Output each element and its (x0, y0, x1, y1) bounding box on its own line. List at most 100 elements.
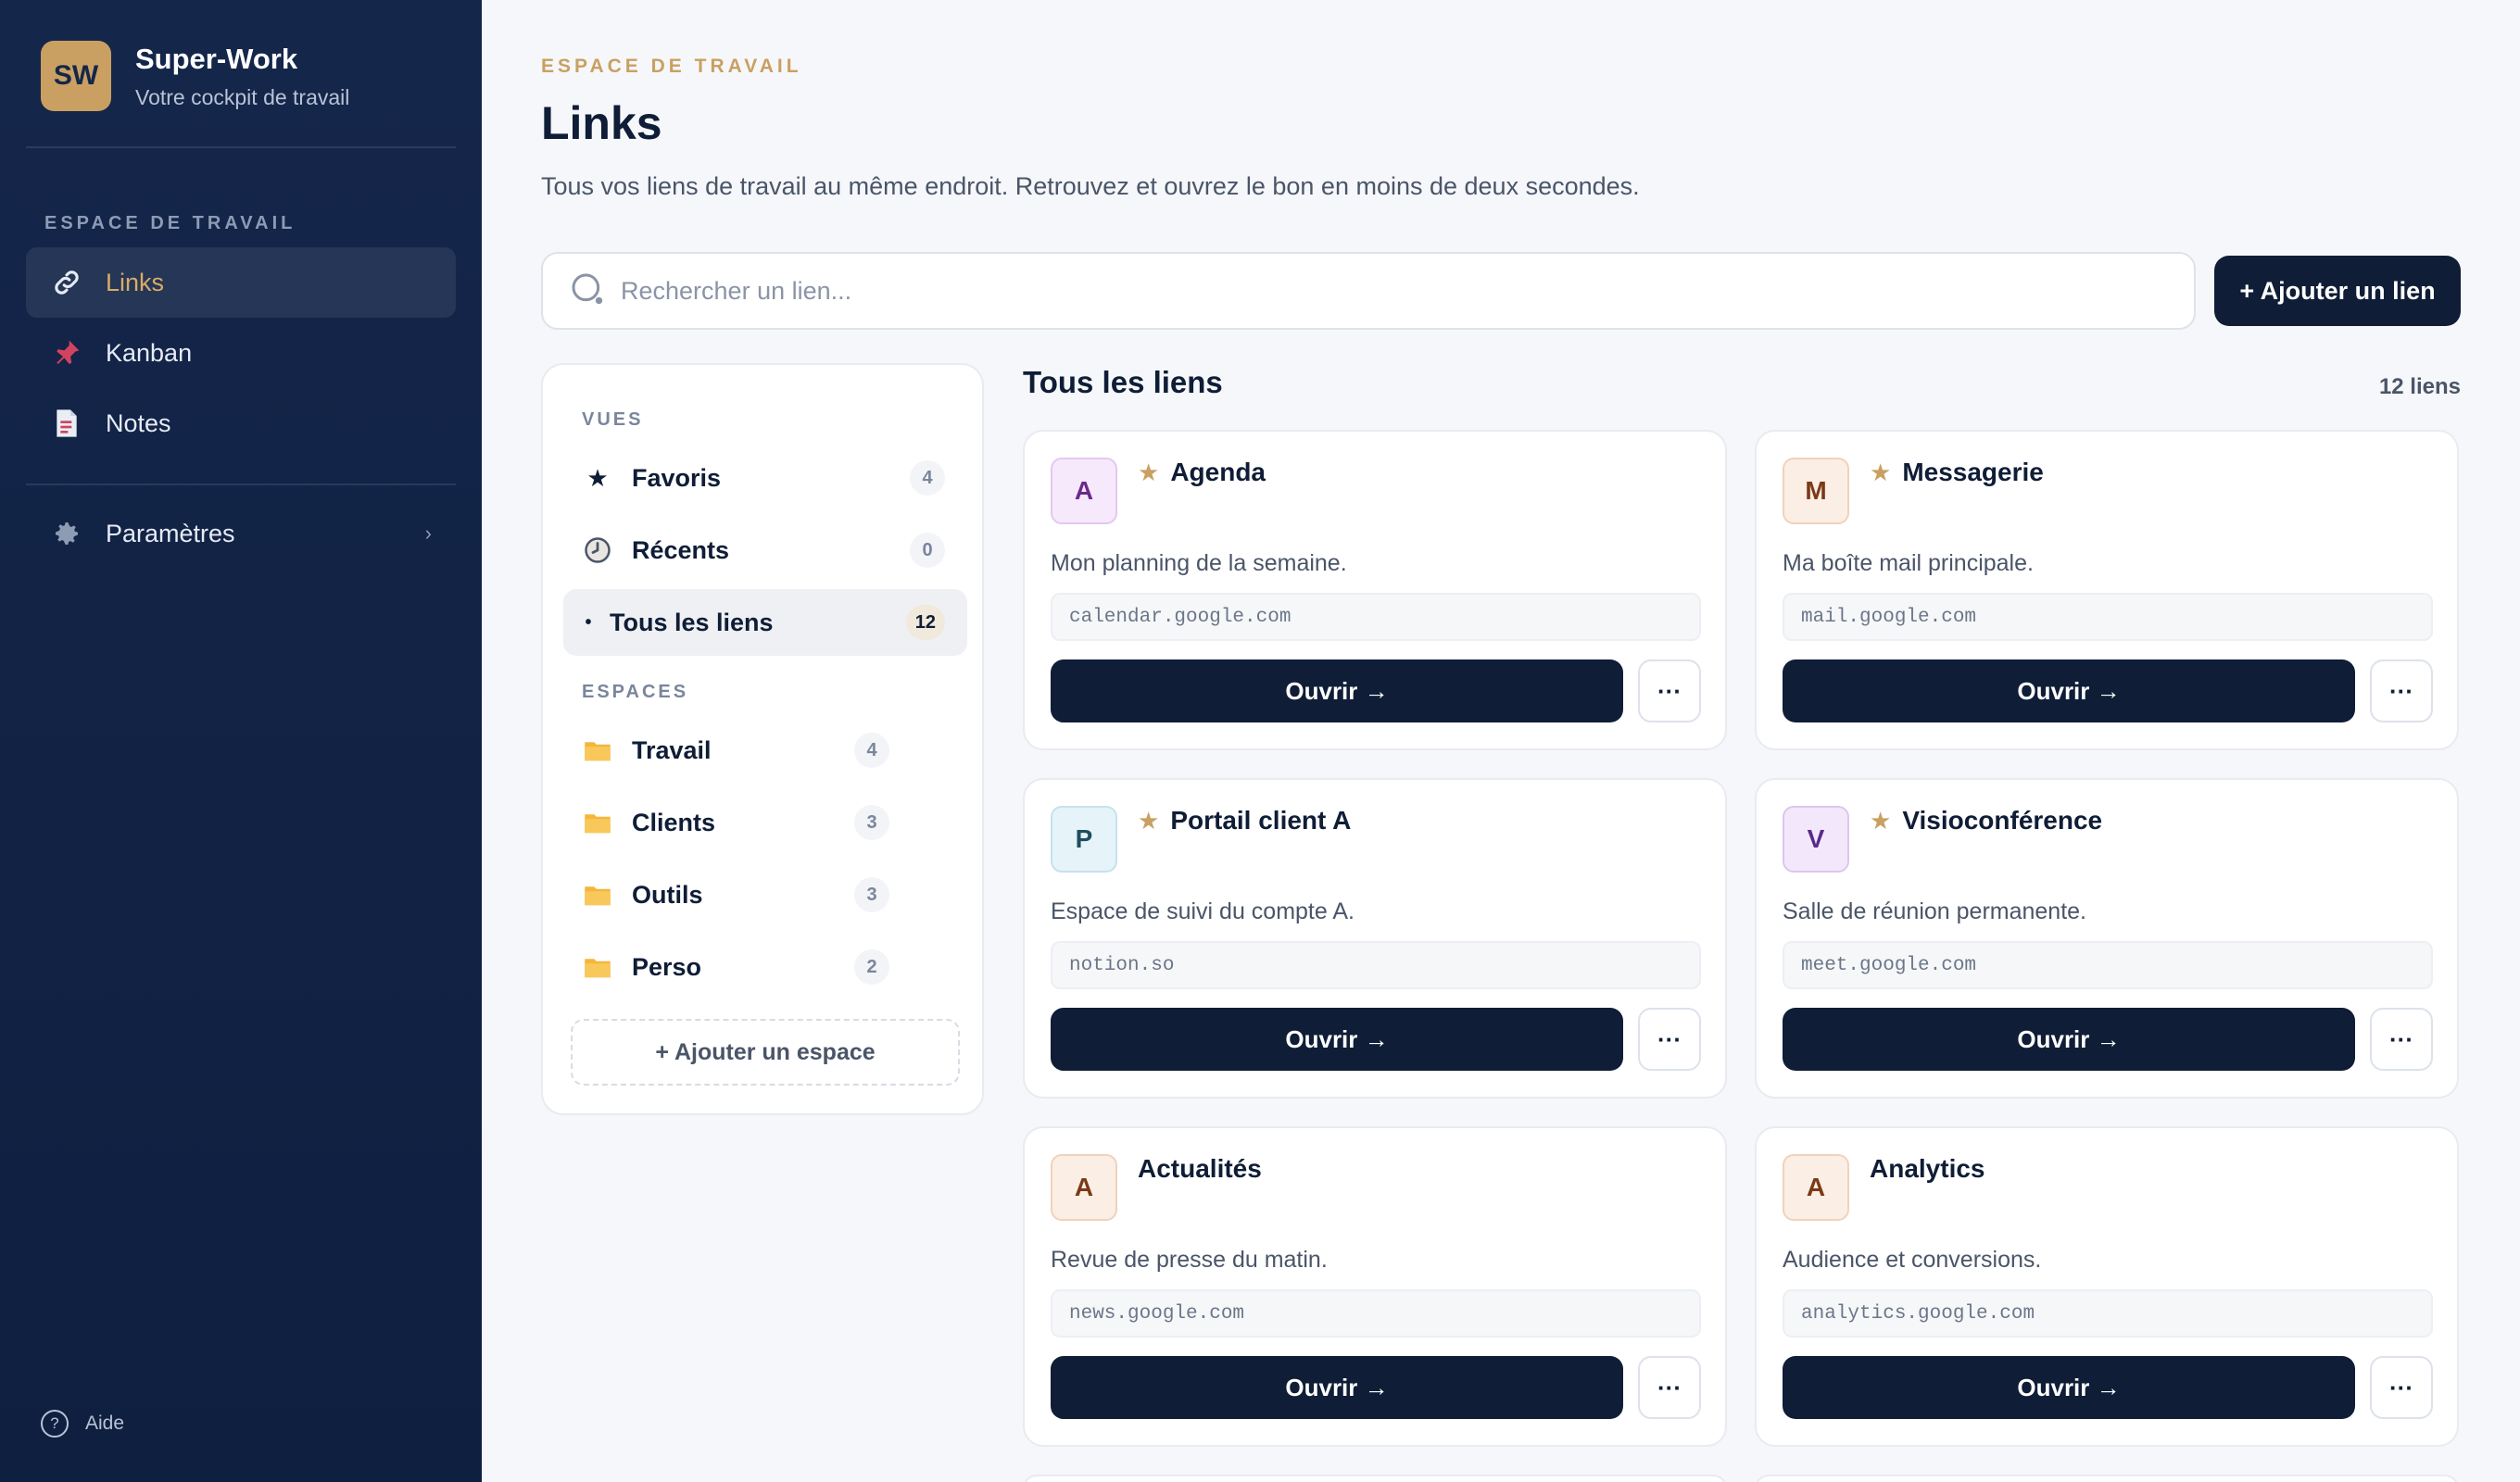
filter-all-links[interactable]: • Tous les liens 12 (563, 589, 967, 656)
page-title: Links (541, 97, 662, 149)
more-options-button[interactable]: ··· (2370, 1008, 2433, 1071)
link-card-partial[interactable] (1023, 1475, 1727, 1482)
add-link-button[interactable]: + Ajouter un lien (2214, 256, 2461, 326)
link-description: Revue de presse du matin. (1051, 1247, 1328, 1273)
link-title-text: Actualités (1138, 1154, 1262, 1183)
sidebar-item-settings[interactable]: Paramètres › (26, 498, 456, 569)
filter-label: Favoris (632, 463, 722, 492)
brand[interactable]: SW Super-Work Votre cockpit de travail (41, 41, 349, 111)
help-link[interactable]: ? Aide (41, 1410, 124, 1438)
link-title[interactable]: Analytics (1870, 1154, 1985, 1184)
open-link-button[interactable]: Ouvrir → (1783, 1356, 2355, 1419)
link-title-text: Visioconférence (1902, 806, 2103, 835)
folder-icon (582, 883, 613, 907)
sidebar-item-label: Notes (106, 408, 171, 437)
more-options-button[interactable]: ··· (2370, 1356, 2433, 1419)
space-perso[interactable]: Perso 2 (563, 934, 967, 1000)
link-card[interactable]: A Actualités Revue de presse du matin. news… (1023, 1126, 1727, 1447)
link-title-text: Portail client A (1170, 806, 1352, 835)
filter-label: Récents (632, 535, 730, 564)
favorite-star-icon[interactable]: ★ (1138, 458, 1159, 487)
brand-subtitle: Votre cockpit de travail (135, 84, 350, 109)
search-bar[interactable] (541, 252, 2196, 330)
link-title[interactable]: ★ Visioconférence (1870, 806, 2102, 835)
filter-recents[interactable]: Récents 0 (563, 517, 967, 584)
help-label: Aide (85, 1413, 125, 1434)
space-count: 2 (854, 949, 889, 985)
favorite-star-icon[interactable]: ★ (1870, 807, 1891, 835)
more-options-button[interactable]: ··· (2370, 659, 2433, 722)
link-title-text: Messagerie (1902, 458, 2044, 486)
more-options-button[interactable]: ··· (1638, 1356, 1701, 1419)
brand-name: Super-Work (135, 42, 298, 75)
page-eyebrow: ESPACE DE TRAVAIL (541, 56, 802, 77)
search-input[interactable] (621, 276, 2103, 306)
chevron-right-icon: › (424, 521, 432, 545)
more-options-button[interactable]: ··· (1638, 659, 1701, 722)
open-link-button[interactable]: Ouvrir → (1051, 1008, 1623, 1071)
page-description: Tous vos liens de travail au même endroi… (541, 172, 1640, 200)
views-section-title: VUES (582, 409, 644, 430)
link-card[interactable]: A Analytics Audience et conversions. analyt… (1755, 1126, 2459, 1447)
link-title-text: Agenda (1170, 458, 1266, 486)
sidebar-item-label: Kanban (106, 338, 193, 367)
more-options-button[interactable]: ··· (1638, 1008, 1701, 1071)
note-icon (50, 407, 83, 440)
add-space-button[interactable]: + Ajouter un espace (571, 1019, 960, 1086)
open-link-button[interactable]: Ouvrir → (1051, 1356, 1623, 1419)
space-travail[interactable]: Travail 4 (563, 717, 967, 784)
link-description: Mon planning de la semaine. (1051, 550, 1347, 576)
link-title[interactable]: ★ Portail client A (1138, 806, 1351, 835)
sidebar-item-notes[interactable]: Notes (26, 388, 456, 458)
spaces-section-title: ESPACES (582, 682, 689, 702)
link-url: analytics.google.com (1783, 1289, 2433, 1338)
list-count: 12 liens (2378, 374, 2461, 399)
link-avatar: A (1051, 1154, 1117, 1221)
link-card-partial[interactable] (1755, 1475, 2459, 1482)
space-outils[interactable]: Outils 3 (563, 861, 967, 928)
link-icon (50, 266, 83, 299)
folder-icon (582, 810, 613, 835)
link-avatar: V (1783, 806, 1849, 873)
sidebar-item-kanban[interactable]: Kanban (26, 318, 456, 388)
sidebar-item-label: Paramètres (106, 519, 235, 547)
link-url: notion.so (1051, 941, 1701, 989)
link-description: Ma boîte mail principale. (1783, 550, 2034, 576)
link-avatar: P (1051, 806, 1117, 873)
help-icon: ? (41, 1410, 69, 1438)
link-description: Audience et conversions. (1783, 1247, 2042, 1273)
link-card[interactable]: V ★ Visioconférence Salle de réunion perman… (1755, 778, 2459, 1099)
open-link-button[interactable]: Ouvrir → (1051, 659, 1623, 722)
link-card[interactable]: P ★ Portail client A Espace de suivi du com… (1023, 778, 1727, 1099)
divider (26, 146, 456, 148)
link-title[interactable]: ★ Agenda (1138, 458, 1266, 487)
link-url: meet.google.com (1783, 941, 2433, 989)
search-icon (569, 270, 606, 312)
space-count: 4 (854, 733, 889, 768)
folder-icon (582, 955, 613, 979)
link-title[interactable]: Actualités (1138, 1154, 1262, 1184)
favorite-star-icon[interactable]: ★ (1138, 807, 1159, 835)
sidebar: SW Super-Work Votre cockpit de travail E… (0, 0, 482, 1482)
link-title[interactable]: ★ Messagerie (1870, 458, 2044, 487)
list-title: Tous les liens (1023, 365, 1223, 399)
open-link-button[interactable]: Ouvrir → (1783, 1008, 2355, 1071)
filter-panel: VUES ★ Favoris 4 Récents 0 • Tous les li… (541, 363, 984, 1115)
star-icon: ★ (586, 463, 609, 492)
sidebar-item-links[interactable]: Links (26, 247, 456, 318)
filter-label: Tous les liens (610, 608, 774, 636)
link-url: mail.google.com (1783, 593, 2433, 641)
filter-favorites[interactable]: ★ Favoris 4 (563, 445, 967, 511)
space-clients[interactable]: Clients 3 (563, 789, 967, 856)
link-card[interactable]: M ★ Messagerie Ma boîte mail principale. mai… (1755, 430, 2459, 750)
open-link-button[interactable]: Ouvrir → (1783, 659, 2355, 722)
link-url: calendar.google.com (1051, 593, 1701, 641)
link-url: news.google.com (1051, 1289, 1701, 1338)
brand-logo: SW (41, 41, 111, 111)
space-count: 3 (854, 877, 889, 912)
link-card[interactable]: A ★ Agenda Mon planning de la semaine. calen… (1023, 430, 1727, 750)
filter-count: 12 (905, 605, 945, 640)
clock-icon (582, 536, 613, 564)
favorite-star-icon[interactable]: ★ (1870, 458, 1891, 487)
divider (26, 484, 456, 485)
